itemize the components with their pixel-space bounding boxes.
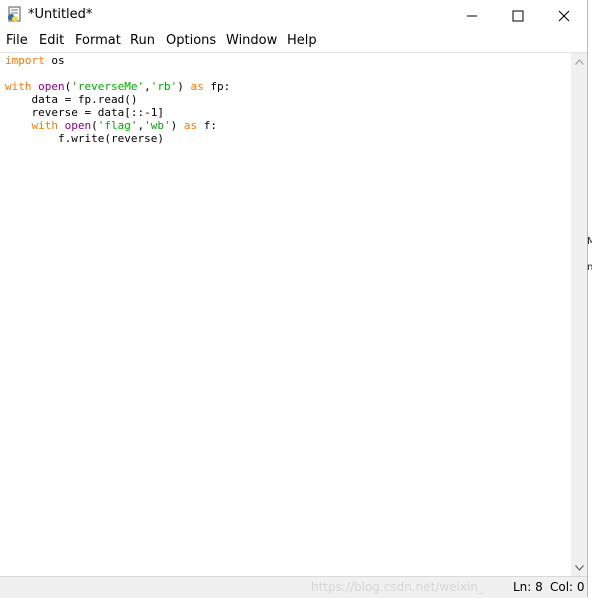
- code-text: f:: [197, 119, 217, 132]
- code-text: (: [91, 119, 98, 132]
- scroll-down-button[interactable]: [571, 559, 587, 576]
- maximize-button[interactable]: [495, 0, 541, 31]
- watermark: https://blog.csdn.net/weixin_: [311, 580, 484, 594]
- string-literal: 'rb': [150, 80, 178, 93]
- string-literal: 'wb': [144, 119, 171, 132]
- status-bar: https://blog.csdn.net/weixin_ Ln: 8 Col:…: [0, 576, 587, 598]
- code-text: ): [177, 80, 191, 93]
- background-text-fragment: n: [587, 262, 592, 273]
- menu-edit[interactable]: Edit: [39, 33, 64, 48]
- code-editor[interactable]: import os with open('reverseMe','rb') as…: [0, 53, 571, 576]
- title-bar[interactable]: *Untitled*: [0, 0, 587, 31]
- code-line-3: with open('reverseMe','rb') as fp:: [5, 80, 230, 93]
- menu-options[interactable]: Options: [166, 33, 216, 48]
- background-text-fragment: M: [587, 236, 592, 247]
- maximize-icon: [512, 10, 524, 21]
- code-line-4: data = fp.read(): [5, 93, 138, 106]
- menu-format[interactable]: Format: [75, 33, 121, 48]
- menu-help[interactable]: Help: [287, 33, 317, 48]
- string-literal: 'reverseMe': [71, 80, 145, 93]
- code-line-7: f.write(reverse): [5, 132, 164, 145]
- window-title: *Untitled*: [28, 7, 93, 22]
- builtin: open: [64, 119, 92, 132]
- menu-run[interactable]: Run: [130, 33, 155, 48]
- scroll-down-arrow-icon: [574, 564, 584, 571]
- menu-window[interactable]: Window: [226, 33, 277, 48]
- code-text: ): [170, 119, 184, 132]
- scroll-up-button[interactable]: [571, 53, 587, 70]
- idle-app-icon[interactable]: [6, 6, 23, 23]
- scroll-up-arrow-icon: [574, 58, 584, 65]
- keyword: as: [183, 119, 198, 132]
- code-text: os: [44, 54, 65, 67]
- builtin: open: [38, 80, 65, 93]
- minimize-button[interactable]: [449, 0, 495, 31]
- minimize-icon: [467, 15, 477, 16]
- code-text: ,: [144, 80, 151, 93]
- keyword: import: [5, 54, 45, 67]
- close-button[interactable]: [541, 0, 587, 31]
- status-line: Ln: 8: [513, 580, 543, 594]
- keyword: with: [31, 119, 59, 132]
- idle-editor-window: *Untitled* File Edit Format Run Options …: [0, 0, 588, 598]
- close-icon: [558, 10, 570, 21]
- keyword: with: [5, 80, 32, 93]
- menu-bar: File Edit Format Run Options Window Help: [0, 31, 587, 53]
- status-column: Col: 0: [550, 580, 585, 594]
- string-literal: 'flag': [97, 119, 138, 132]
- background-window-edge: [588, 0, 592, 597]
- code-text: fp:: [203, 80, 231, 93]
- keyword: as: [190, 80, 204, 93]
- menu-file[interactable]: File: [6, 33, 28, 48]
- code-line-5: reverse = data[::-1]: [5, 106, 164, 119]
- vertical-scrollbar[interactable]: [571, 53, 587, 576]
- code-line-1: import os: [5, 54, 65, 67]
- code-line-6: with open('flag','wb') as f:: [5, 119, 218, 132]
